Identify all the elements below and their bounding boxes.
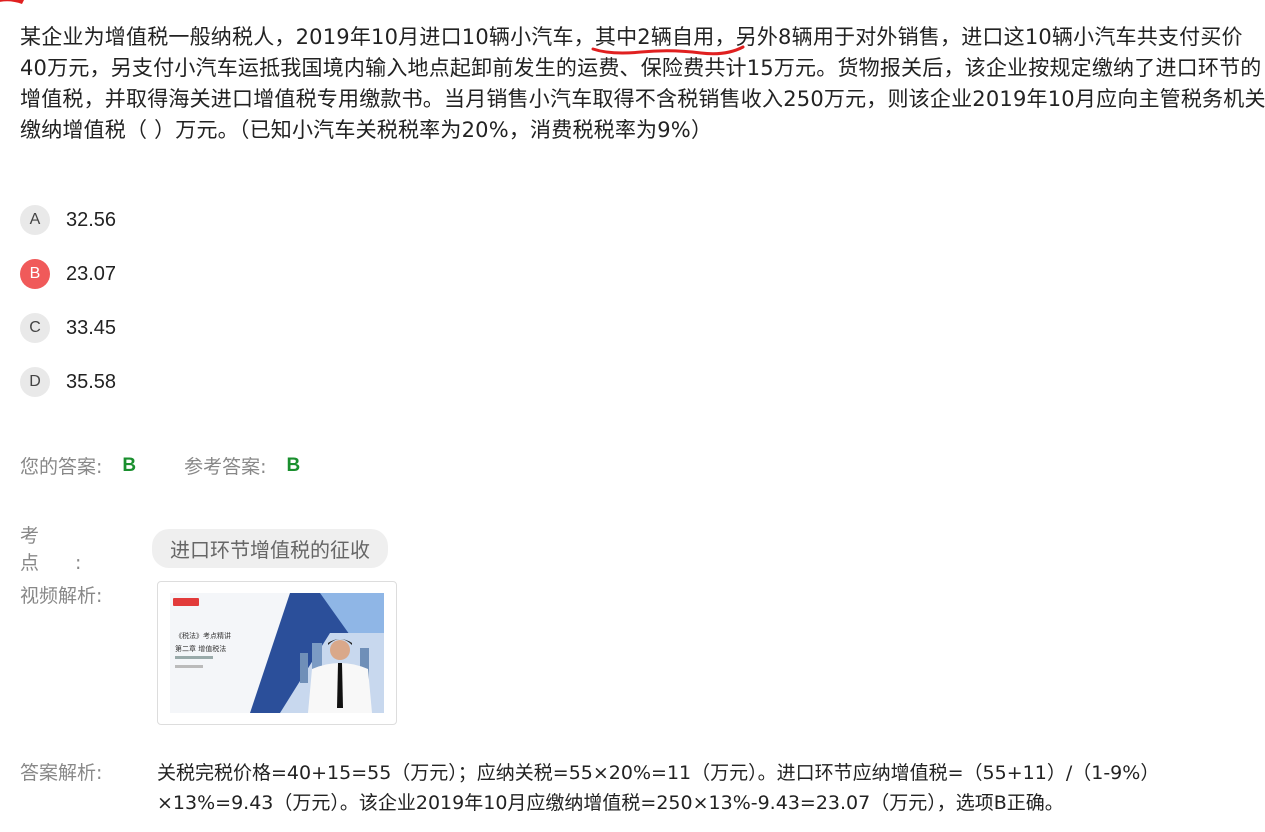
option-letter: C <box>20 313 50 343</box>
reference-answer-value: B <box>286 454 301 476</box>
svg-text:《税法》考点精讲: 《税法》考点精讲 <box>175 631 231 640</box>
option-d[interactable]: D 35.58 <box>20 365 116 399</box>
your-answer-value: B <box>122 454 137 476</box>
red-underline-annotation <box>591 45 745 56</box>
option-value: 33.45 <box>66 316 117 339</box>
reference-answer-label: 参考答案: <box>184 456 267 478</box>
your-answer-label: 您的答案: <box>20 456 103 478</box>
video-row: 视频解析: 《税法》考点精讲 第二章 增值税法 <box>20 581 397 725</box>
video-thumbnail[interactable]: 《税法》考点精讲 第二章 增值税法 <box>157 581 397 725</box>
options-list: A 32.56 B 23.07 C 33.45 D 35.58 <box>20 203 116 419</box>
brand-corner-mark <box>0 0 24 4</box>
option-letter: B <box>20 259 50 289</box>
knowledge-point-label: 考点: <box>20 525 118 574</box>
video-preview-image: 《税法》考点精讲 第二章 增值税法 <box>170 593 384 713</box>
video-label: 视频解析: <box>20 585 103 607</box>
option-value: 23.07 <box>66 262 117 285</box>
answer-row: 您的答案: B 参考答案: B <box>20 452 300 479</box>
option-a[interactable]: A 32.56 <box>20 203 116 237</box>
option-b[interactable]: B 23.07 <box>20 257 116 291</box>
analysis-text: 关税完税价格=40+15=55（万元）；应纳关税=55×20%=11（万元）。进… <box>157 762 1150 814</box>
analysis-row: 答案解析: 关税完税价格=40+15=55（万元）；应纳关税=55×20%=11… <box>20 758 1157 818</box>
option-letter: A <box>20 205 50 235</box>
option-letter: D <box>20 367 50 397</box>
knowledge-point-tag[interactable]: 进口环节增值税的征收 <box>152 528 388 568</box>
svg-text:第二章 增值税法: 第二章 增值税法 <box>175 644 226 653</box>
option-value: 35.58 <box>66 370 117 393</box>
analysis-label: 答案解析: <box>20 762 103 784</box>
option-c[interactable]: C 33.45 <box>20 311 116 345</box>
option-value: 32.56 <box>66 208 117 231</box>
knowledge-point-row: 考点: 进口环节增值税的征收 <box>20 521 388 575</box>
question-text: 某企业为增值税一般纳税人，2019年10月进口10辆小汽车，其中2辆自用 ，另外8… <box>20 25 1265 142</box>
annotated-phrase: 其中2辆自用 <box>591 25 745 56</box>
